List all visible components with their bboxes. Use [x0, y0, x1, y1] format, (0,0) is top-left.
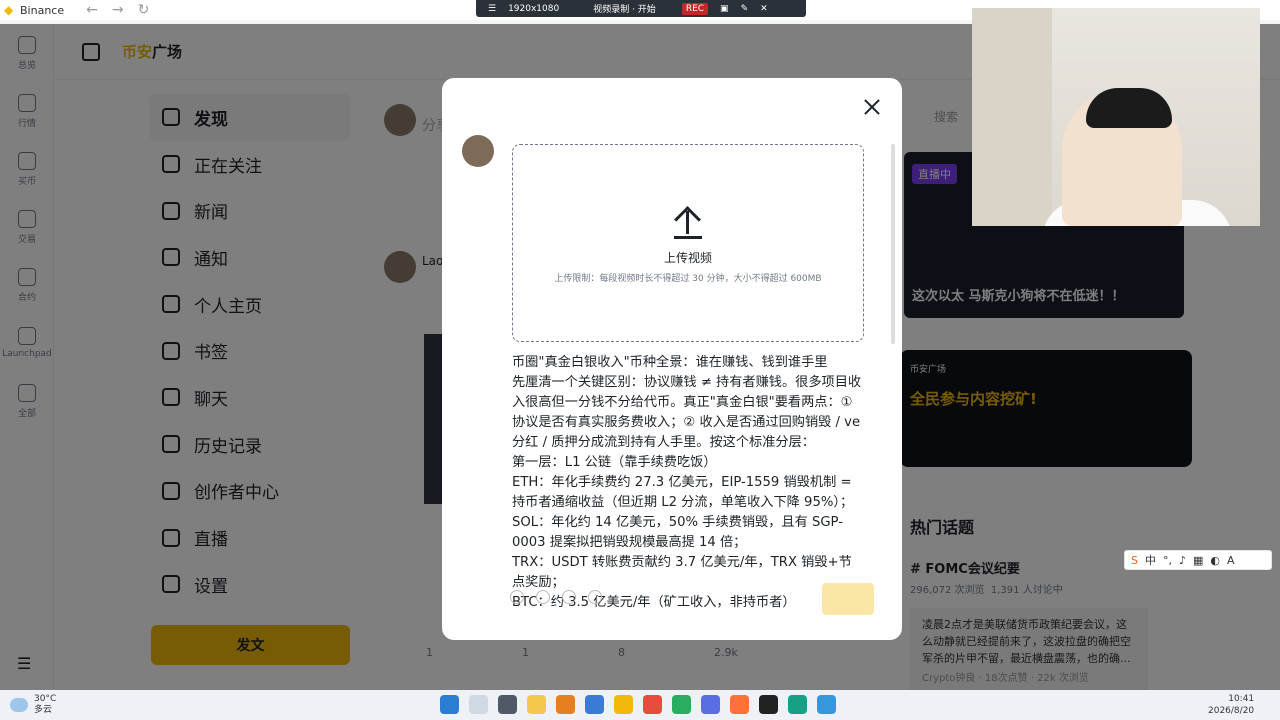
video-upload-area[interactable]: 上传视频 上传限制：每段视频时长不得超过 30 分钟，大小不得超过 600MB	[512, 144, 864, 342]
clock-date: 2026/8/20	[1208, 706, 1255, 716]
recorder-app-icon[interactable]	[759, 695, 778, 714]
recorder-status: 视频录制 · 开始	[593, 5, 656, 15]
post-body-text[interactable]: 币圈"真金白银收入"币种全景：谁在赚钱、钱到谁手里 先厘清一个关键区别：协议赚钱…	[512, 353, 864, 613]
close-icon[interactable]	[863, 98, 881, 116]
app-icon[interactable]	[788, 695, 807, 714]
system-clock[interactable]: 10:41 2026/8/20	[1208, 693, 1254, 717]
firefox-icon[interactable]	[730, 695, 749, 714]
binance-app-icon[interactable]	[614, 695, 633, 714]
ime-toolbar: S 中 °, ♪ ▦ ◐ A	[1124, 550, 1272, 570]
taskbar-apps	[440, 695, 836, 714]
modal-scrollbar[interactable]	[891, 144, 895, 344]
refresh-icon[interactable]: ↻	[138, 2, 150, 18]
clock-time: 10:41	[1228, 694, 1255, 704]
task-view-icon[interactable]	[498, 695, 517, 714]
upload-title: 上传视频	[663, 251, 712, 265]
upload-icon	[674, 206, 702, 239]
publish-button[interactable]	[822, 583, 874, 615]
poll-icon[interactable]	[588, 590, 602, 604]
chrome-icon[interactable]	[643, 695, 662, 714]
forward-arrow-icon[interactable]: →	[112, 2, 124, 18]
notepad-icon[interactable]	[817, 695, 836, 714]
folder-icon[interactable]	[527, 695, 546, 714]
coin-icon[interactable]	[562, 590, 576, 604]
close-icon[interactable]: ✕	[760, 4, 768, 14]
mic-icon[interactable]: ♪	[1179, 554, 1186, 567]
app-icon[interactable]	[701, 695, 720, 714]
window-title: Binance	[20, 3, 65, 17]
pen-icon[interactable]: ✎	[741, 4, 749, 14]
rec-indicator[interactable]: REC	[681, 2, 709, 15]
keyboard-icon[interactable]: ▦	[1193, 554, 1203, 567]
upload-hint: 上传限制：每段视频时长不得超过 30 分钟，大小不得超过 600MB	[554, 274, 822, 284]
avatar	[462, 135, 494, 167]
taskbar: 30°C 多云 10:41 2026/8/20	[0, 690, 1280, 720]
edge-icon[interactable]	[585, 695, 604, 714]
ime-logo-icon[interactable]: S	[1131, 554, 1138, 567]
back-arrow-icon[interactable]: ←	[86, 2, 98, 18]
post-modal: 上传视频 上传限制：每段视频时长不得超过 30 分钟，大小不得超过 600MB …	[442, 78, 902, 640]
camera-icon[interactable]: ▣	[720, 4, 729, 14]
search-app-icon[interactable]	[556, 695, 575, 714]
webcam-overlay	[972, 8, 1260, 226]
recorder-bar: ☰ 1920x1080 视频录制 · 开始 REC ▣ ✎ ✕	[476, 0, 806, 17]
recorder-resolution: 1920x1080	[508, 3, 560, 14]
weather-desc: 多云	[34, 705, 53, 715]
punctuation-icon[interactable]: °,	[1163, 554, 1172, 567]
search-icon[interactable]	[469, 695, 488, 714]
cloud-icon	[10, 698, 28, 712]
weather-temp: 30°C	[34, 694, 57, 704]
wechat-icon[interactable]	[672, 695, 691, 714]
menu-icon[interactable]: ☰	[488, 4, 496, 14]
emoji-icon[interactable]	[510, 590, 524, 604]
ai-icon[interactable]: A	[1227, 554, 1235, 567]
compose-toolbar	[510, 590, 602, 604]
weather-widget[interactable]: 30°C 多云	[10, 694, 56, 716]
skin-icon[interactable]: ◐	[1210, 554, 1220, 567]
ime-lang[interactable]: 中	[1145, 552, 1156, 568]
binance-logo-icon: ◆	[4, 3, 14, 17]
windows-start-icon[interactable]	[440, 695, 459, 714]
image-icon[interactable]	[536, 590, 550, 604]
